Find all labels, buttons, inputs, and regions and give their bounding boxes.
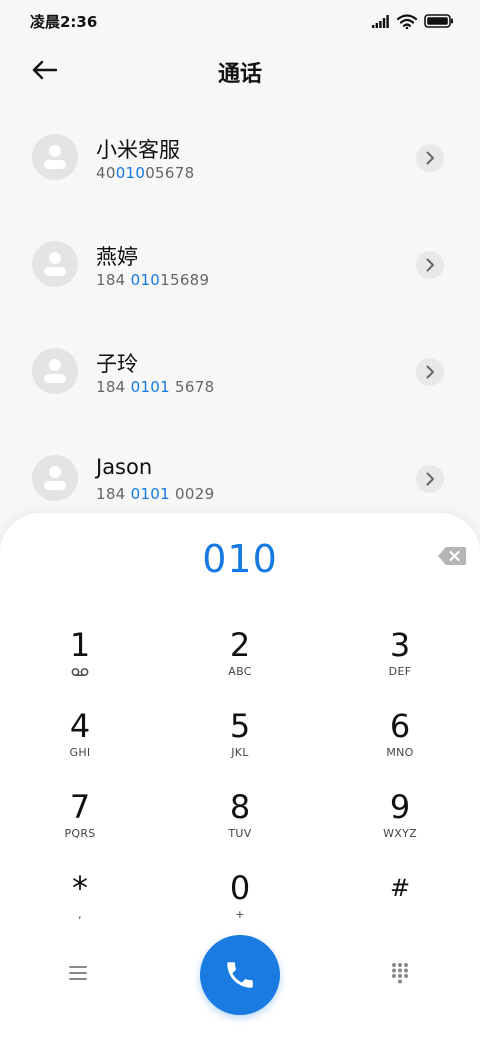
battery-icon (424, 14, 453, 28)
number-prefix: 184 (96, 378, 131, 396)
key-letters: , (78, 908, 82, 921)
key-star[interactable]: * , (20, 868, 140, 938)
contact-detail-button[interactable] (416, 251, 444, 279)
number-suffix: 15689 (160, 271, 210, 289)
key-2[interactable]: 2 ABC (180, 625, 300, 695)
contact-row[interactable]: 子玲 184 0101 5678 (0, 318, 480, 425)
key-digit: 1 (69, 626, 91, 664)
contact-detail-button[interactable] (416, 465, 444, 493)
menu-button[interactable] (62, 957, 94, 989)
key-letters: + (235, 908, 245, 921)
chevron-right-icon (426, 365, 434, 379)
contact-list: 小米客服 4001005678 燕婷 184 01015689 子玲 184 0… (0, 104, 480, 532)
chevron-right-icon (426, 151, 434, 165)
number-prefix: 184 (96, 485, 131, 503)
key-digit: 5 (229, 707, 251, 745)
key-7[interactable]: 7 PQRS (20, 787, 140, 857)
contact-name: Jason (96, 455, 153, 479)
phone-icon (227, 962, 253, 988)
page-title: 通话 (217, 62, 262, 87)
header: 通话 (0, 42, 480, 98)
status-bar: 凌晨2:36 (0, 0, 480, 42)
number-match: 010 (130, 271, 161, 289)
person-icon (44, 145, 66, 169)
contact-number: 184 0101 0029 (96, 485, 214, 503)
key-hash[interactable]: # (340, 868, 460, 938)
key-6[interactable]: 6 MNO (340, 706, 460, 776)
keypad-toggle-button[interactable] (384, 957, 416, 989)
status-time: 凌晨2:36 (30, 12, 98, 31)
avatar (32, 455, 78, 501)
backspace-icon (438, 547, 466, 565)
key-digit: * (72, 869, 88, 907)
key-digit: 6 (389, 707, 411, 745)
key-digit: 8 (229, 788, 251, 826)
key-letters: JKL (231, 746, 249, 759)
menu-icon (69, 966, 87, 980)
key-8[interactable]: 8 TUV (180, 787, 300, 857)
voicemail-icon (71, 668, 89, 676)
key-digit: 9 (389, 788, 411, 826)
avatar (32, 348, 78, 394)
number-match: 010 (115, 164, 146, 182)
signal-icon (372, 14, 389, 28)
key-digit: # (389, 874, 411, 902)
dialpad: 010 1 2 ABC 3 DEF 4 GHI 5 JKL 6 MNO 7 PQ… (0, 513, 480, 1040)
key-letters: DEF (388, 665, 412, 678)
avatar (32, 134, 78, 180)
number-prefix: 184 (96, 271, 131, 289)
number-prefix: 40 (96, 164, 116, 182)
key-3[interactable]: 3 DEF (340, 625, 460, 695)
key-digit: 4 (69, 707, 91, 745)
number-match: 0101 (130, 378, 170, 396)
key-digit: 7 (69, 788, 91, 826)
number-suffix: 05678 (145, 164, 195, 182)
contact-row[interactable]: 燕婷 184 01015689 (0, 211, 480, 318)
key-letters: TUV (228, 827, 252, 840)
dialpad-action-bar (0, 933, 480, 1015)
contact-number: 184 0101 5678 (96, 378, 214, 396)
backspace-button[interactable] (436, 545, 468, 567)
contact-name: 小米客服 (96, 138, 180, 162)
key-9[interactable]: 9 WXYZ (340, 787, 460, 857)
contact-number: 184 01015689 (96, 271, 209, 289)
contact-name: 燕婷 (96, 245, 138, 269)
number-suffix: 5678 (169, 378, 215, 396)
person-icon (44, 252, 66, 276)
key-0[interactable]: 0 + (180, 868, 300, 938)
wifi-icon (397, 13, 417, 29)
number-match: 0101 (130, 485, 170, 503)
number-suffix: 0029 (169, 485, 215, 503)
person-icon (44, 359, 66, 383)
key-digit: 0 (229, 869, 251, 907)
key-digit: 2 (229, 626, 251, 664)
key-letters: GHI (69, 746, 91, 759)
contact-detail-button[interactable] (416, 358, 444, 386)
dialpad-grid-icon (392, 963, 408, 984)
key-digit: 3 (389, 626, 411, 664)
key-letters: ABC (228, 665, 252, 678)
chevron-right-icon (426, 258, 434, 272)
call-button[interactable] (200, 935, 280, 1015)
chevron-right-icon (426, 472, 434, 486)
key-letters: PQRS (64, 827, 96, 840)
key-letters: WXYZ (383, 827, 417, 840)
contact-detail-button[interactable] (416, 144, 444, 172)
contact-row[interactable]: 小米客服 4001005678 (0, 104, 480, 211)
status-icons (372, 13, 454, 29)
contact-number: 4001005678 (96, 164, 194, 182)
person-icon (44, 466, 66, 490)
key-1[interactable]: 1 (20, 625, 140, 695)
dial-input[interactable]: 010 (0, 537, 480, 581)
contact-name: 子玲 (96, 352, 138, 376)
avatar (32, 241, 78, 287)
key-letters: MNO (386, 746, 414, 759)
key-4[interactable]: 4 GHI (20, 706, 140, 776)
key-5[interactable]: 5 JKL (180, 706, 300, 776)
